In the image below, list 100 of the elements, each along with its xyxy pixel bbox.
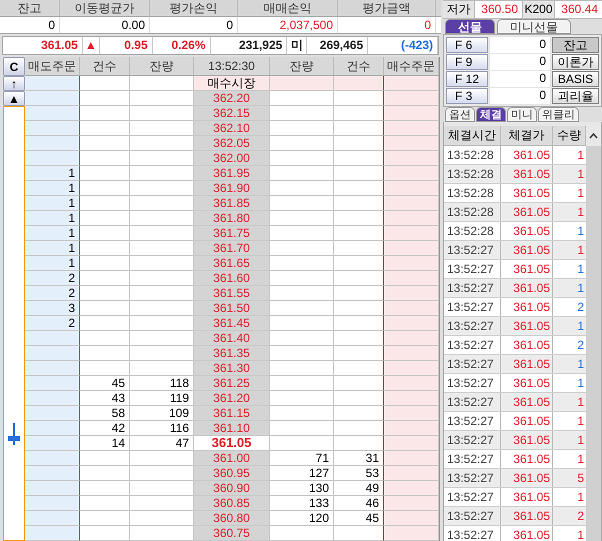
info-button[interactable]: 잔고 bbox=[552, 37, 599, 53]
contract-button[interactable]: F 6 bbox=[446, 37, 488, 53]
price-cell[interactable]: 361.00 bbox=[194, 451, 270, 466]
price-cell[interactable]: 361.10 bbox=[194, 421, 270, 436]
price-cell[interactable]: 362.05 bbox=[194, 136, 270, 151]
quote-value: 361.05 bbox=[3, 37, 83, 54]
price-cell[interactable]: 361.45 bbox=[194, 316, 270, 331]
top-button[interactable]: ▲ bbox=[3, 91, 25, 106]
table-cell: 13:52:27 bbox=[444, 526, 501, 541]
table-cell bbox=[334, 91, 384, 106]
table-cell: 109 bbox=[130, 406, 194, 421]
table-cell bbox=[25, 451, 80, 466]
column-header: 잔고 bbox=[0, 0, 60, 16]
table-cell: 119 bbox=[130, 391, 194, 406]
table-cell-text: 1 bbox=[576, 147, 585, 164]
price-cell[interactable]: 361.80 bbox=[194, 211, 270, 226]
table-cell bbox=[130, 91, 194, 106]
up-button[interactable]: ↑ bbox=[3, 76, 25, 91]
price-cell[interactable]: 361.85 bbox=[194, 196, 270, 211]
row-label: 저가 bbox=[443, 1, 475, 18]
table-cell bbox=[384, 331, 439, 346]
table-cell-text: 1 bbox=[576, 223, 585, 240]
price-cell[interactable]: 361.95 bbox=[194, 166, 270, 181]
table-cell: 361.05 bbox=[501, 469, 553, 487]
table-cell bbox=[334, 241, 384, 256]
column-header: 매수주문 bbox=[384, 57, 439, 75]
price-cell[interactable]: 360.75 bbox=[194, 526, 270, 541]
table-cell: 361.05 bbox=[501, 374, 553, 392]
table-cell bbox=[130, 511, 194, 526]
table-cell: 13:52:27 bbox=[444, 298, 501, 316]
table-cell: 361.05 bbox=[501, 317, 553, 335]
table-cell bbox=[384, 256, 439, 271]
table-cell-text: 2 bbox=[576, 337, 585, 354]
product-tab[interactable]: 미니선물 bbox=[497, 19, 571, 34]
price-cell[interactable]: 361.75 bbox=[194, 226, 270, 241]
price-cell[interactable]: 361.40 bbox=[194, 331, 270, 346]
table-cell bbox=[80, 451, 130, 466]
trade-tab[interactable]: 미니 bbox=[507, 107, 537, 122]
table-cell: 0 bbox=[490, 71, 550, 87]
price-cell[interactable]: 매수시장 bbox=[194, 76, 270, 91]
price-cell[interactable]: 360.95 bbox=[194, 466, 270, 481]
contract-button[interactable]: F 9 bbox=[446, 54, 488, 70]
table-cell-text: 2 bbox=[576, 508, 585, 525]
table-cell bbox=[384, 376, 439, 391]
price-cell[interactable]: 360.80 bbox=[194, 511, 270, 526]
price-cell[interactable]: 361.65 bbox=[194, 256, 270, 271]
table-cell bbox=[130, 286, 194, 301]
table-cell: 361.05 bbox=[501, 431, 553, 449]
trade-tab[interactable]: 위클리 bbox=[538, 107, 579, 122]
table-cell: 130 bbox=[270, 481, 334, 496]
price-cell[interactable]: 361.05 bbox=[194, 436, 270, 451]
table-cell bbox=[334, 196, 384, 211]
position-marker-icon[interactable] bbox=[6, 423, 22, 445]
table-cell bbox=[334, 286, 384, 301]
info-button[interactable]: 괴리율 bbox=[552, 88, 599, 104]
price-cell[interactable]: 360.90 bbox=[194, 481, 270, 496]
table-cell bbox=[334, 331, 384, 346]
price-cell[interactable]: 361.25 bbox=[194, 376, 270, 391]
price-cell[interactable]: 360.85 bbox=[194, 496, 270, 511]
column-header: 13:52:30 bbox=[194, 57, 270, 75]
scroll-up-icon[interactable] bbox=[586, 126, 601, 146]
table-cell: 45 bbox=[80, 376, 130, 391]
table-cell bbox=[334, 151, 384, 166]
price-cell[interactable]: 361.70 bbox=[194, 241, 270, 256]
trade-tab[interactable]: 체결 bbox=[476, 107, 506, 122]
price-cell[interactable]: 362.00 bbox=[194, 151, 270, 166]
price-cell[interactable]: 362.10 bbox=[194, 121, 270, 136]
trade-tab[interactable]: 옵션 bbox=[445, 107, 475, 122]
price-cell[interactable]: 361.90 bbox=[194, 181, 270, 196]
table-cell bbox=[25, 331, 80, 346]
table-cell: 361.05 bbox=[501, 241, 553, 259]
info-button[interactable]: BASIS bbox=[552, 71, 599, 87]
column-header: 건수 bbox=[80, 57, 130, 75]
table-cell bbox=[130, 241, 194, 256]
table-cell bbox=[384, 436, 439, 451]
table-cell bbox=[334, 106, 384, 121]
table-cell bbox=[270, 376, 334, 391]
table-cell bbox=[80, 211, 130, 226]
table-cell bbox=[270, 121, 334, 136]
table-cell bbox=[270, 286, 334, 301]
price-cell[interactable]: 361.50 bbox=[194, 301, 270, 316]
price-cell[interactable]: 361.20 bbox=[194, 391, 270, 406]
contract-button[interactable]: F 12 bbox=[446, 71, 488, 87]
table-cell bbox=[334, 376, 384, 391]
price-cell[interactable]: 361.60 bbox=[194, 271, 270, 286]
clear-button[interactable]: C bbox=[3, 57, 25, 76]
price-cell[interactable]: 361.55 bbox=[194, 286, 270, 301]
table-cell: 13:52:27 bbox=[444, 336, 501, 354]
table-cell bbox=[130, 481, 194, 496]
price-cell[interactable]: 362.15 bbox=[194, 106, 270, 121]
contract-button[interactable]: F 3 bbox=[446, 88, 488, 104]
price-cell[interactable]: 361.30 bbox=[194, 361, 270, 376]
product-tab[interactable]: 선물 bbox=[445, 19, 495, 34]
column-header: 체결시간 bbox=[444, 126, 501, 145]
price-cell[interactable]: 361.35 bbox=[194, 346, 270, 361]
price-cell[interactable]: 362.20 bbox=[194, 91, 270, 106]
info-button[interactable]: 이론가 bbox=[552, 54, 599, 70]
table-cell bbox=[384, 451, 439, 466]
price-cell[interactable]: 361.15 bbox=[194, 406, 270, 421]
table-cell bbox=[334, 391, 384, 406]
